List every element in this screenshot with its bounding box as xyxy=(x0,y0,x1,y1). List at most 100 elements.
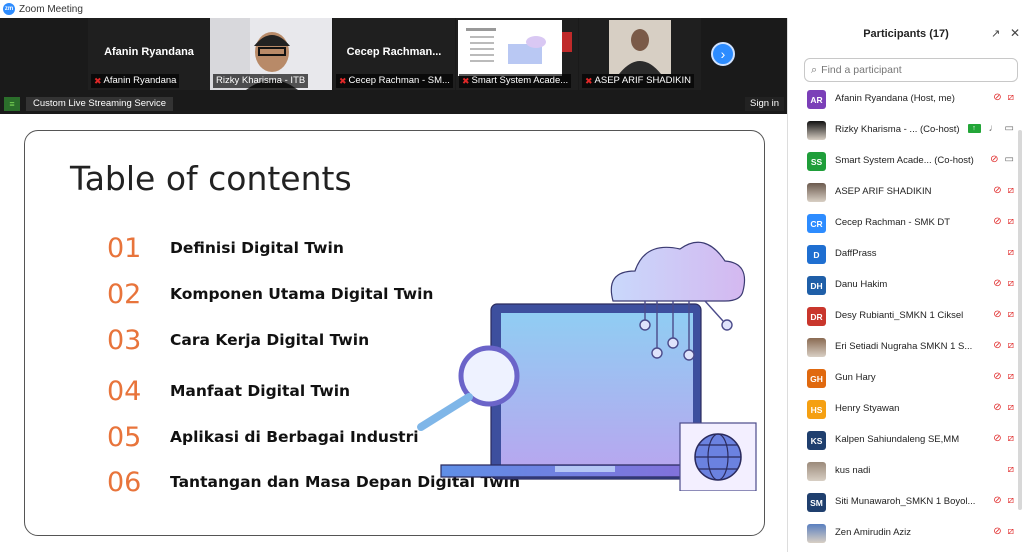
participant-row[interactable]: Zen Amirudin Aziz ⊘ ⧄ xyxy=(788,518,1024,549)
participant-row[interactable]: DH Danu Hakim ⊘ ⧄ xyxy=(788,270,1024,301)
video-tile-4[interactable]: ✖ Smart System Acade... xyxy=(456,18,578,90)
participant-row[interactable]: Rizky Kharisma - ... (Co-host) ↑ ♩ ▭ xyxy=(788,115,1024,146)
participant-status-icons: ⊘ ⧄ xyxy=(993,526,1014,537)
participant-name: kus nadi xyxy=(835,465,871,476)
mic-off-icon: ⊘ xyxy=(993,340,1002,351)
video-tile-1[interactable]: Afanin Ryandana ✖ Afanin Ryandana xyxy=(88,18,210,90)
participant-name: ASEP ARIF SHADIKIN xyxy=(835,186,932,197)
avatar: DR xyxy=(807,307,826,326)
avatar: SS xyxy=(807,152,826,171)
participant-search: ⌕ xyxy=(804,58,1018,82)
camera-off-icon: ⧄ xyxy=(1007,309,1014,320)
screen-share-icon: ↑ xyxy=(967,124,981,133)
avatar: HS xyxy=(807,400,826,419)
chevron-right-icon: › xyxy=(720,46,726,62)
meeting-area: Afanin Ryandana ✖ Afanin Ryandana Rizky K… xyxy=(0,18,787,552)
avatar: D xyxy=(807,245,826,264)
participant-row[interactable]: KS Kalpen Sahiundaleng SE,MM ⊘ ⧄ xyxy=(788,425,1024,456)
mic-off-icon: ⊘ xyxy=(993,185,1002,196)
popout-icon[interactable]: ↗ xyxy=(991,27,1000,40)
camera-off-icon: ⧄ xyxy=(1007,185,1014,196)
participant-row[interactable]: D DaffPrass ⧄ xyxy=(788,239,1024,270)
title-bar: zm Zoom Meeting xyxy=(0,0,1024,18)
zoom-window: zm Zoom Meeting Afanin Ryandana ✖ Afanin … xyxy=(0,0,1024,552)
participant-status-icons: ⊘ ▭ xyxy=(990,154,1014,165)
participant-row[interactable]: DR Desy Rubianti_SMKN 1 Ciksel ⊘ ⧄ xyxy=(788,301,1024,332)
camera-off-icon: ⧄ xyxy=(1007,526,1014,537)
tile-label: Rizky Kharisma - ITB xyxy=(213,74,309,88)
participant-row[interactable]: SS Smart System Acade... (Co-host) ⊘ ▭ xyxy=(788,146,1024,177)
camera-off-icon: ⧄ xyxy=(1007,278,1014,289)
participant-row[interactable]: ASEP ARIF SHADIKIN ⊘ ⧄ xyxy=(788,177,1024,208)
participant-status-icons: ⊘ ⧄ xyxy=(993,402,1014,413)
camera-off-icon: ⧄ xyxy=(1007,371,1014,382)
mic-off-icon: ✖ xyxy=(462,76,470,86)
close-icon[interactable]: ✕ xyxy=(1010,26,1020,40)
participant-row[interactable]: SM Siti Munawaroh_SMKN 1 Boyol... ⊘ ⧄ xyxy=(788,487,1024,518)
tile-label: ✖ Afanin Ryandana xyxy=(91,74,180,88)
video-tile-3[interactable]: Cecep Rachman... ✖ Cecep Rachman - SM... xyxy=(333,18,455,90)
search-icon: ⌕ xyxy=(811,63,818,76)
toc-text: Manfaat Digital Twin xyxy=(170,382,351,400)
stream-status-label[interactable]: Custom Live Streaming Service xyxy=(26,97,174,111)
participant-row[interactable]: HS Henry Styawan ⊘ ⧄ xyxy=(788,394,1024,425)
participant-status-icons: ⊘ ⧄ xyxy=(993,495,1014,506)
participant-status-icons: ⧄ xyxy=(1008,464,1014,475)
camera-off-icon: ⧄ xyxy=(1007,495,1014,506)
stream-info-bar: ≡ Custom Live Streaming Service Sign in xyxy=(0,95,787,113)
camera-off-icon: ⧄ xyxy=(1007,216,1014,227)
participant-name: Eri Setiadi Nugraha SMKN 1 S... xyxy=(835,341,973,352)
toc-item-3: 03 Cara Kerja Digital Twin xyxy=(107,325,369,356)
zoom-logo-icon: zm xyxy=(3,3,15,15)
camera-off-icon: ⧄ xyxy=(1007,402,1014,413)
avatar: CR xyxy=(807,214,826,233)
participant-list-scrollbar[interactable] xyxy=(1018,130,1022,510)
toc-number: 01 xyxy=(107,232,142,264)
mic-off-icon: ✖ xyxy=(94,76,102,86)
next-page-button[interactable]: › xyxy=(711,42,735,66)
mic-off-icon: ✖ xyxy=(585,76,593,86)
participant-status-icons: ⊘ ⧄ xyxy=(993,309,1014,320)
avatar xyxy=(807,524,826,543)
participant-status-icons: ⊘ ⧄ xyxy=(993,433,1014,444)
avatar: KS xyxy=(807,431,826,450)
video-tile-2[interactable]: Rizky Kharisma - ITB xyxy=(210,18,332,90)
toc-text: Definisi Digital Twin xyxy=(170,239,344,257)
slide-card: Table of contents 01 Definisi Digital Tw… xyxy=(24,130,765,536)
avatar xyxy=(807,462,826,481)
camera-icon: ▭ xyxy=(1004,123,1014,134)
tile-label: ✖ Cecep Rachman - SM... xyxy=(336,74,453,88)
participant-row[interactable]: CR Cecep Rachman - SMK DT ⊘ ⧄ xyxy=(788,208,1024,239)
tile-label-text: Cecep Rachman - SM... xyxy=(348,75,450,86)
participant-name: Afanin Ryandana (Host, me) xyxy=(835,93,955,104)
participant-status-icons: ⊘ ⧄ xyxy=(993,216,1014,227)
avatar xyxy=(807,121,826,140)
participant-row[interactable]: AR Afanin Ryandana (Host, me) ⊘ ⧄ xyxy=(788,84,1024,115)
participant-name: Rizky Kharisma - ... (Co-host) xyxy=(835,124,960,135)
participant-name: Siti Munawaroh_SMKN 1 Boyol... xyxy=(835,496,976,507)
tile-label: ✖ ASEP ARIF SHADIKIN xyxy=(582,74,694,88)
toc-text: Komponen Utama Digital Twin xyxy=(170,285,434,303)
participant-name: Danu Hakim xyxy=(835,279,888,290)
toc-number: 02 xyxy=(107,278,142,310)
toc-item-4: 04 Manfaat Digital Twin xyxy=(107,376,351,407)
toc-item-5: 05 Aplikasi di Berbagai Industri xyxy=(107,422,419,453)
mic-off-icon: ⊘ xyxy=(993,309,1002,320)
participant-name: Smart System Acade... (Co-host) xyxy=(835,155,974,166)
participant-row[interactable]: Eri Setiadi Nugraha SMKN 1 S... ⊘ ⧄ xyxy=(788,332,1024,363)
live-stream-icon[interactable]: ≡ xyxy=(4,97,20,111)
participant-name: DaffPrass xyxy=(835,248,877,259)
tile-display-name: Cecep Rachman... xyxy=(346,46,442,58)
video-tile-5[interactable]: ✖ ASEP ARIF SHADIKIN xyxy=(579,18,701,90)
mic-off-icon: ⊘ xyxy=(990,154,999,165)
tile-label-text: Smart System Acade... xyxy=(471,75,569,86)
search-input[interactable] xyxy=(821,64,1002,76)
participant-status-icons: ⧄ xyxy=(1008,247,1014,258)
sign-in-button[interactable]: Sign in xyxy=(745,97,785,111)
laptop-cloud-illustration xyxy=(417,241,757,491)
participant-row[interactable]: GH Gun Hary ⊘ ⧄ xyxy=(788,363,1024,394)
participants-panel: Participants (17) ↗ ✕ ⌕ AR Afanin Ryandan… xyxy=(787,18,1024,552)
camera-off-icon: ⧄ xyxy=(1007,247,1014,258)
participant-row[interactable]: kus nadi ⧄ xyxy=(788,456,1024,487)
mic-off-icon: ⊘ xyxy=(993,526,1002,537)
